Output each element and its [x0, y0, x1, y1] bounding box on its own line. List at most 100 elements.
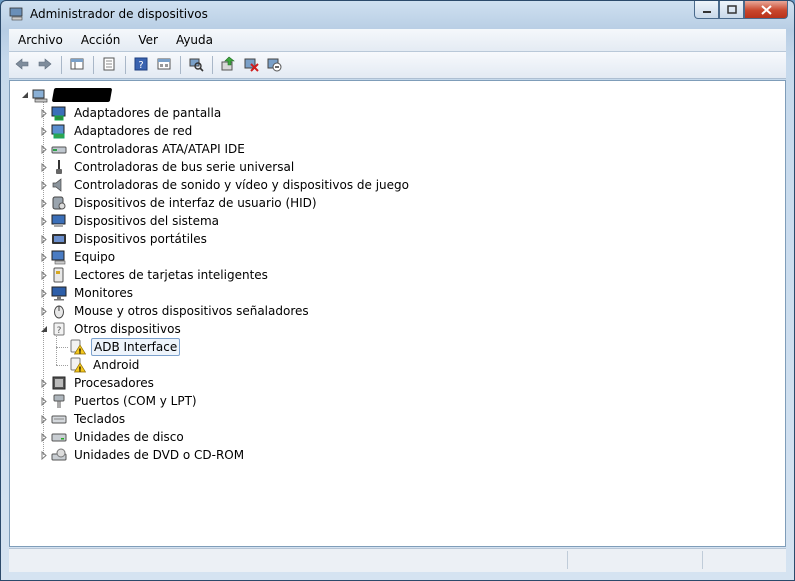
collapse-arrow-icon[interactable]	[20, 86, 30, 104]
tree-category[interactable]: Dispositivos portátiles	[39, 230, 209, 248]
maximize-icon	[726, 5, 737, 14]
tree-item-label: Teclados	[74, 412, 126, 426]
expand-arrow-icon[interactable]	[39, 374, 49, 392]
warning-device-icon: !	[70, 357, 86, 373]
device-tree[interactable]: Adaptadores de pantalla Adaptadores de re…	[9, 80, 786, 547]
tree-item-label: Android	[93, 358, 140, 372]
expand-arrow-icon[interactable]	[39, 266, 49, 284]
status-divider	[702, 551, 704, 569]
expand-arrow-icon[interactable]	[39, 176, 49, 194]
tree-device[interactable]: ! ADB Interface	[58, 338, 181, 356]
menu-accion[interactable]: Acción	[72, 33, 129, 47]
tree-category[interactable]: Teclados	[39, 410, 127, 428]
tree-item-label: Controladoras ATA/ATAPI IDE	[74, 142, 245, 156]
show-hide-tree-button[interactable]	[66, 55, 87, 75]
tree-item-label: Dispositivos del sistema	[74, 214, 220, 228]
system-device-icon	[51, 213, 67, 229]
expand-arrow-icon[interactable]	[39, 122, 49, 140]
update-driver-button[interactable]	[217, 55, 238, 75]
computer-icon	[51, 249, 67, 265]
view-button[interactable]	[153, 55, 174, 75]
expand-arrow-icon[interactable]	[39, 392, 49, 410]
tree-item-label: Adaptadores de pantalla	[74, 106, 222, 120]
scan-hardware-icon	[188, 56, 204, 75]
dvd-drive-icon	[51, 447, 67, 463]
keyboard-icon	[51, 411, 67, 427]
tree-category[interactable]: Lectores de tarjetas inteligentes	[39, 266, 270, 284]
toolbar-separator	[212, 56, 213, 74]
ide-controller-icon	[51, 141, 67, 157]
tree-item-label: ADB Interface	[91, 338, 181, 356]
close-button[interactable]	[744, 1, 788, 19]
expand-arrow-icon[interactable]	[39, 428, 49, 446]
expand-arrow-icon[interactable]	[39, 230, 49, 248]
device-manager-icon	[9, 7, 23, 21]
tree-root-computer[interactable]	[20, 86, 113, 104]
uninstall-icon	[243, 56, 259, 75]
help-button[interactable]: ?	[130, 55, 151, 75]
tree-category[interactable]: Adaptadores de red	[39, 122, 194, 140]
smart-card-reader-icon	[51, 267, 67, 283]
speaker-icon	[51, 177, 67, 193]
expand-arrow-icon[interactable]	[39, 194, 49, 212]
tree-category[interactable]: Dispositivos del sistema	[39, 212, 221, 230]
expand-arrow-icon[interactable]	[39, 140, 49, 158]
expand-arrow-icon[interactable]	[39, 212, 49, 230]
minimize-button[interactable]	[694, 1, 719, 19]
tree-item-label: Unidades de DVD o CD-ROM	[74, 448, 245, 462]
hid-icon	[51, 195, 67, 211]
tree-category[interactable]: Adaptadores de pantalla	[39, 104, 223, 122]
tree-category[interactable]: Unidades de disco	[39, 428, 186, 446]
tree-category[interactable]: Controladoras de bus serie universal	[39, 158, 296, 176]
collapse-arrow-icon[interactable]	[39, 320, 49, 338]
svg-text:?: ?	[138, 60, 143, 71]
back-icon	[14, 56, 30, 75]
device-manager-window: Administrador de dispositivos Archivo Ac…	[0, 0, 795, 581]
tree-category[interactable]: Controladoras de sonido y vídeo y dispos…	[39, 176, 411, 194]
maximize-button[interactable]	[719, 1, 744, 19]
tree-connector	[56, 347, 68, 348]
tree-device[interactable]: ! Android	[58, 356, 141, 374]
tree-category[interactable]: Unidades de DVD o CD-ROM	[39, 446, 246, 464]
redacted-computer-name	[51, 88, 113, 102]
scan-hardware-button[interactable]	[185, 55, 206, 75]
warning-device-icon: !	[70, 339, 86, 355]
title-bar[interactable]: Administrador de dispositivos	[1, 1, 794, 29]
tree-category[interactable]: Equipo	[39, 248, 117, 266]
expand-arrow-icon[interactable]	[39, 410, 49, 428]
menu-bar: Archivo Acción Ver Ayuda	[9, 29, 786, 52]
tree-item-label: Otros dispositivos	[74, 322, 181, 336]
expand-arrow-icon[interactable]	[39, 158, 49, 176]
svg-text:!: !	[78, 365, 81, 373]
tree-category[interactable]: Controladoras ATA/ATAPI IDE	[39, 140, 247, 158]
view-icon	[156, 56, 172, 75]
menu-ayuda[interactable]: Ayuda	[167, 33, 222, 47]
help-icon: ?	[133, 56, 149, 75]
menu-archivo[interactable]: Archivo	[9, 33, 72, 47]
expand-arrow-icon[interactable]	[39, 302, 49, 320]
expand-arrow-icon[interactable]	[39, 284, 49, 302]
tree-item-label: Puertos (COM y LPT)	[74, 394, 197, 408]
tree-category[interactable]: Mouse y otros dispositivos señaladores	[39, 302, 311, 320]
toolbar: ?	[9, 52, 786, 79]
tree-category[interactable]: Procesadores	[39, 374, 156, 392]
back-button[interactable]	[11, 55, 32, 75]
tree-category[interactable]: Puertos (COM y LPT)	[39, 392, 199, 410]
disk-drive-icon	[51, 429, 67, 445]
tree-item-label: Mouse y otros dispositivos señaladores	[74, 304, 309, 318]
expand-arrow-icon[interactable]	[39, 248, 49, 266]
expand-arrow-icon[interactable]	[39, 446, 49, 464]
window-title: Administrador de dispositivos	[30, 7, 208, 21]
properties-button[interactable]	[98, 55, 119, 75]
disable-button[interactable]	[263, 55, 284, 75]
menu-ver[interactable]: Ver	[129, 33, 167, 47]
forward-button[interactable]	[34, 55, 55, 75]
expand-arrow-icon[interactable]	[39, 104, 49, 122]
tree-category[interactable]: Dispositivos de interfaz de usuario (HID…	[39, 194, 319, 212]
tree-item-label: Controladoras de bus serie universal	[74, 160, 295, 174]
tree-category[interactable]: Monitores	[39, 284, 135, 302]
tree-category[interactable]: ? Otros dispositivos	[39, 320, 183, 338]
computer-root-icon	[32, 87, 48, 103]
port-icon	[51, 393, 67, 409]
uninstall-button[interactable]	[240, 55, 261, 75]
